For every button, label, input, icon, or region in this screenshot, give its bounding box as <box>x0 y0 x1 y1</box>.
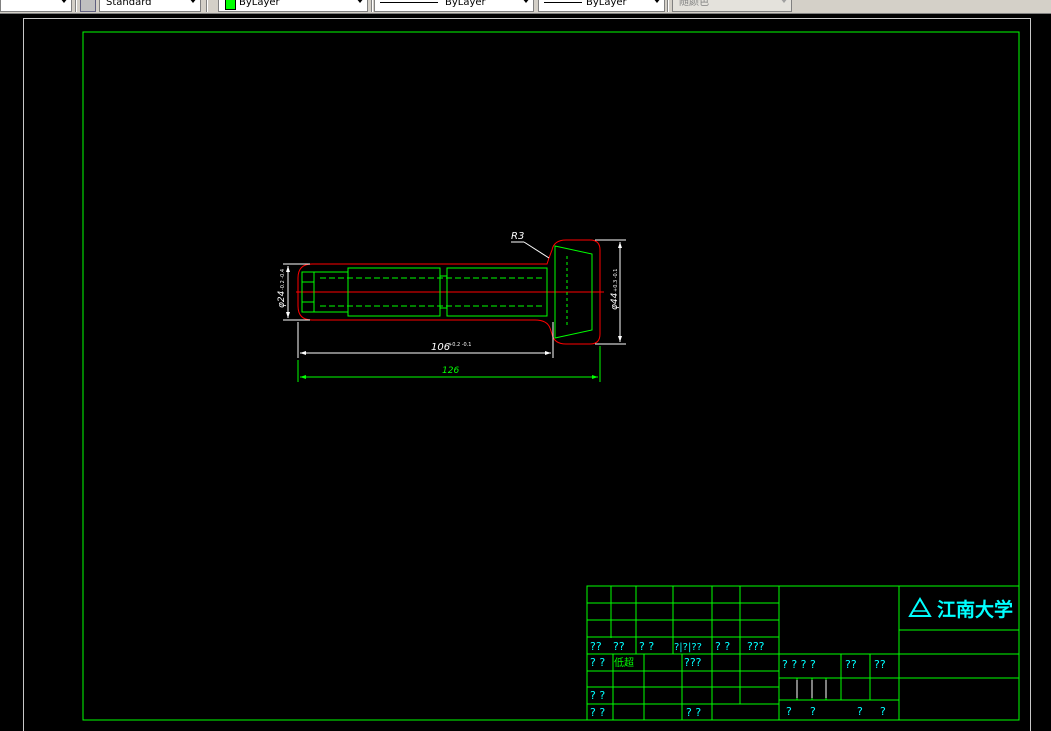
cell-text: ? <box>810 705 816 718</box>
cell-text: ? ? <box>686 706 701 719</box>
university-name: 江南大学 <box>937 598 1013 621</box>
cell-text: ? ? <box>590 656 605 669</box>
part-outline <box>296 239 604 345</box>
title-block-text: ?? ?? ? ? ?|?|?? ? ? ??? ? ? 低超 ??? ? ? … <box>590 640 886 719</box>
scale-bars <box>796 680 827 698</box>
university-logo: 江南大学 <box>908 597 1013 621</box>
logo-icon <box>908 597 932 617</box>
cell-text: ? <box>880 705 886 718</box>
cell-text: ? ? <box>715 640 730 653</box>
shaft-tolerance-label: -0.2 -0.4 <box>280 269 286 290</box>
overall-length-label: 126 <box>442 366 459 376</box>
cell-text: ? ? ? ? <box>782 658 816 671</box>
shaft-diameter-label: φ24 <box>277 290 287 308</box>
radius-label: R3 <box>511 231 524 242</box>
cell-text: ? <box>857 705 863 718</box>
drawing-border <box>82 31 1020 721</box>
cell-text: ??? <box>684 656 702 669</box>
head-diameter-label: φ44 <box>610 292 620 310</box>
cell-text: ? ? <box>639 640 654 653</box>
shank-tolerance-label: +0.2 -0.1 <box>448 342 472 348</box>
cell-text: ?? <box>845 658 857 671</box>
dimension-arrows <box>286 242 622 355</box>
cell-text: ? ? <box>590 689 605 702</box>
dimensions <box>283 239 626 358</box>
cell-text: ?? <box>874 658 886 671</box>
cell-text: ?? <box>613 640 625 653</box>
cell-text: ?|?|?? <box>674 642 702 653</box>
cell-text: ??? <box>747 640 765 653</box>
cell-text: ?? <box>590 640 602 653</box>
head-tolerance-label: +0.3 -0.1 <box>613 269 619 293</box>
cell-text: ? ? <box>590 706 605 719</box>
cell-text: ? <box>786 705 792 718</box>
drawing-sheet: R3 φ24 -0.2 -0.4 φ44 +0.3 -0.1 106 +0.2 … <box>82 31 1020 721</box>
designer-name: 低超 <box>614 656 634 669</box>
